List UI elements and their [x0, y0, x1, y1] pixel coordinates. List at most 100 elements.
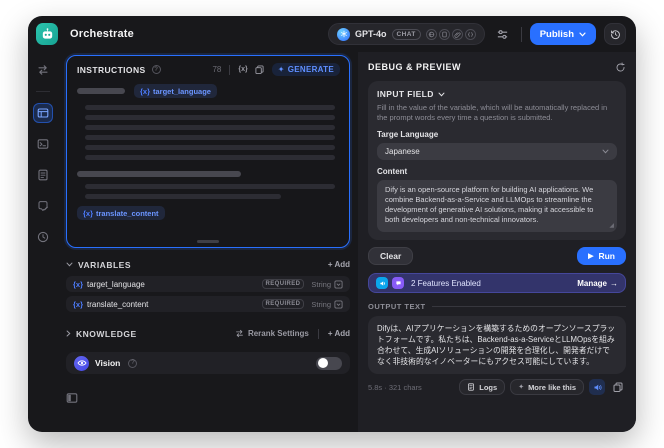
instructions-help-icon[interactable]: ? — [151, 65, 161, 74]
copy-output-icon[interactable] — [610, 379, 626, 395]
copy-icon[interactable] — [255, 65, 264, 74]
vision-feature-row: Vision ? — [66, 352, 350, 374]
capability-braces-icon — [464, 28, 476, 40]
target-language-value: Japanese — [385, 147, 420, 156]
vision-toggle[interactable] — [316, 356, 342, 370]
add-variable-button[interactable]: + Add — [328, 260, 350, 269]
manage-features-button[interactable]: Manage → — [577, 279, 618, 288]
debug-actions-row: Clear ▶ Run — [368, 247, 626, 265]
generate-button[interactable]: ✦ GENERATE — [271, 63, 340, 76]
top-bar: Orchestrate GPT-4o CHAT Publish — [28, 16, 636, 52]
rerank-icon — [236, 329, 243, 338]
target-language-label: Targe Language — [377, 130, 439, 139]
add-knowledge-button[interactable]: + Add — [328, 329, 350, 338]
version-history-icon[interactable] — [604, 23, 626, 45]
redacted-text-line — [85, 115, 335, 120]
variable-token: {x} — [140, 86, 151, 96]
prompt-line: {x} target_language — [77, 84, 339, 98]
input-field-title: INPUT FIELD — [377, 89, 434, 99]
input-field-description: Fill in the value of the variable, which… — [377, 103, 608, 122]
insert-variable-icon[interactable]: {x} — [238, 66, 247, 73]
rail-annotation-tab[interactable] — [33, 196, 53, 216]
model-provider-icon — [337, 27, 350, 41]
capability-document-icon — [438, 28, 450, 40]
publish-button[interactable]: Publish — [529, 23, 596, 45]
output-header-rule — [431, 306, 626, 307]
knowledge-title: KNOWLEDGE — [76, 328, 137, 339]
model-mode-badge: CHAT — [391, 28, 421, 40]
content-label: Content — [377, 167, 408, 176]
instructions-editor[interactable]: INSTRUCTIONS ? 78 {x} ✦ GENERATE {x} tar… — [66, 55, 350, 248]
app-robot-icon[interactable] — [36, 23, 58, 45]
redacted-text-line — [85, 184, 335, 189]
resize-handle-icon[interactable]: ◢ — [609, 221, 614, 231]
run-button[interactable]: ▶ Run — [577, 247, 626, 265]
target-language-select[interactable]: Japanese — [377, 143, 617, 160]
topbar-divider — [520, 26, 522, 42]
redacted-text-line — [85, 145, 335, 150]
output-text: Difyは、AIアプリケーションを構築するためのオープンソースプラットフォームで… — [377, 324, 616, 366]
variables-header[interactable]: VARIABLES + Add — [66, 257, 350, 272]
redacted-text-line — [85, 155, 335, 160]
variable-type: String — [311, 299, 331, 309]
variable-row-translate-content[interactable]: {x} translate_content REQUIRED String — [66, 296, 350, 312]
clear-label: Clear — [380, 251, 402, 261]
prompt-swap-icon[interactable] — [33, 60, 53, 80]
redacted-text-line — [85, 194, 281, 199]
model-tune-icon[interactable] — [493, 24, 513, 44]
sparkle-icon: ✦ — [277, 65, 285, 74]
chevron-down-icon — [579, 32, 586, 37]
instructions-body[interactable]: {x} target_language {x} translate_conten… — [67, 80, 349, 220]
chevron-down-icon — [438, 92, 445, 96]
content-textarea[interactable]: Dify is an open-source platform for buil… — [377, 180, 617, 232]
features-enabled-bar[interactable]: 2 Features Enabled Manage → — [368, 273, 626, 293]
knowledge-header[interactable]: KNOWLEDGE Rerank Settings + Add — [66, 326, 350, 341]
logs-icon — [468, 383, 475, 391]
clear-button[interactable]: Clear — [368, 247, 414, 265]
variable-name: target_language — [153, 86, 211, 96]
output-stats: 5.8s · 321 chars — [368, 382, 422, 392]
feature-icon-blue — [376, 277, 388, 289]
variable-token: {x} — [83, 208, 94, 218]
text-to-speech-icon[interactable] — [589, 379, 605, 395]
variable-row-target-language[interactable]: {x} target_language REQUIRED String — [66, 276, 350, 292]
rerank-settings-button[interactable]: Rerank Settings — [235, 329, 309, 338]
redacted-text-line — [85, 125, 335, 130]
redacted-text-line — [77, 88, 125, 94]
required-badge: REQUIRED — [261, 299, 305, 309]
logs-button[interactable]: Logs — [459, 379, 506, 395]
chevron-right-icon — [66, 330, 71, 337]
vision-label: Vision — [95, 358, 121, 368]
arrow-right-icon: → — [610, 278, 618, 288]
rail-monitoring-tab[interactable] — [33, 227, 53, 247]
eye-icon — [74, 355, 89, 371]
restart-icon[interactable] — [615, 61, 626, 73]
variable-tag-translate-content[interactable]: {x} translate_content — [77, 206, 165, 220]
debug-title: DEBUG & PREVIEW — [368, 62, 462, 72]
variables-title: VARIABLES — [78, 259, 131, 270]
run-label: Run — [598, 251, 615, 261]
instructions-head-divider — [229, 64, 231, 75]
resize-drag-handle[interactable] — [197, 240, 219, 243]
variable-tag-target-language[interactable]: {x} target_language — [134, 84, 217, 98]
variable-name: target_language — [87, 279, 145, 289]
more-like-this-button[interactable]: ✦ More like this — [510, 379, 584, 395]
required-badge: REQUIRED — [261, 279, 305, 289]
chevron-down-icon — [66, 262, 73, 267]
model-selector[interactable]: GPT-4o CHAT — [328, 23, 485, 45]
features-enabled-text: 2 Features Enabled — [411, 278, 481, 288]
debug-header: DEBUG & PREVIEW — [368, 60, 626, 74]
capability-globe-icon — [425, 28, 437, 40]
rail-orchestrate-tab[interactable] — [33, 103, 53, 123]
rail-logs-tab[interactable] — [33, 165, 53, 185]
variable-name: translate_content — [96, 208, 159, 218]
output-meta-row: 5.8s · 321 chars Logs ✦ More like this — [368, 379, 626, 395]
rail-divider — [36, 91, 50, 92]
feature-icon-purple — [392, 277, 404, 289]
string-type-icon — [334, 279, 343, 289]
input-field-header[interactable]: INPUT FIELD — [377, 89, 617, 99]
vision-help-icon[interactable]: ? — [128, 358, 138, 368]
left-rail — [28, 52, 58, 432]
rail-preview-tab[interactable] — [33, 134, 53, 154]
input-field-card: INPUT FIELD Fill in the value of the var… — [368, 81, 626, 240]
